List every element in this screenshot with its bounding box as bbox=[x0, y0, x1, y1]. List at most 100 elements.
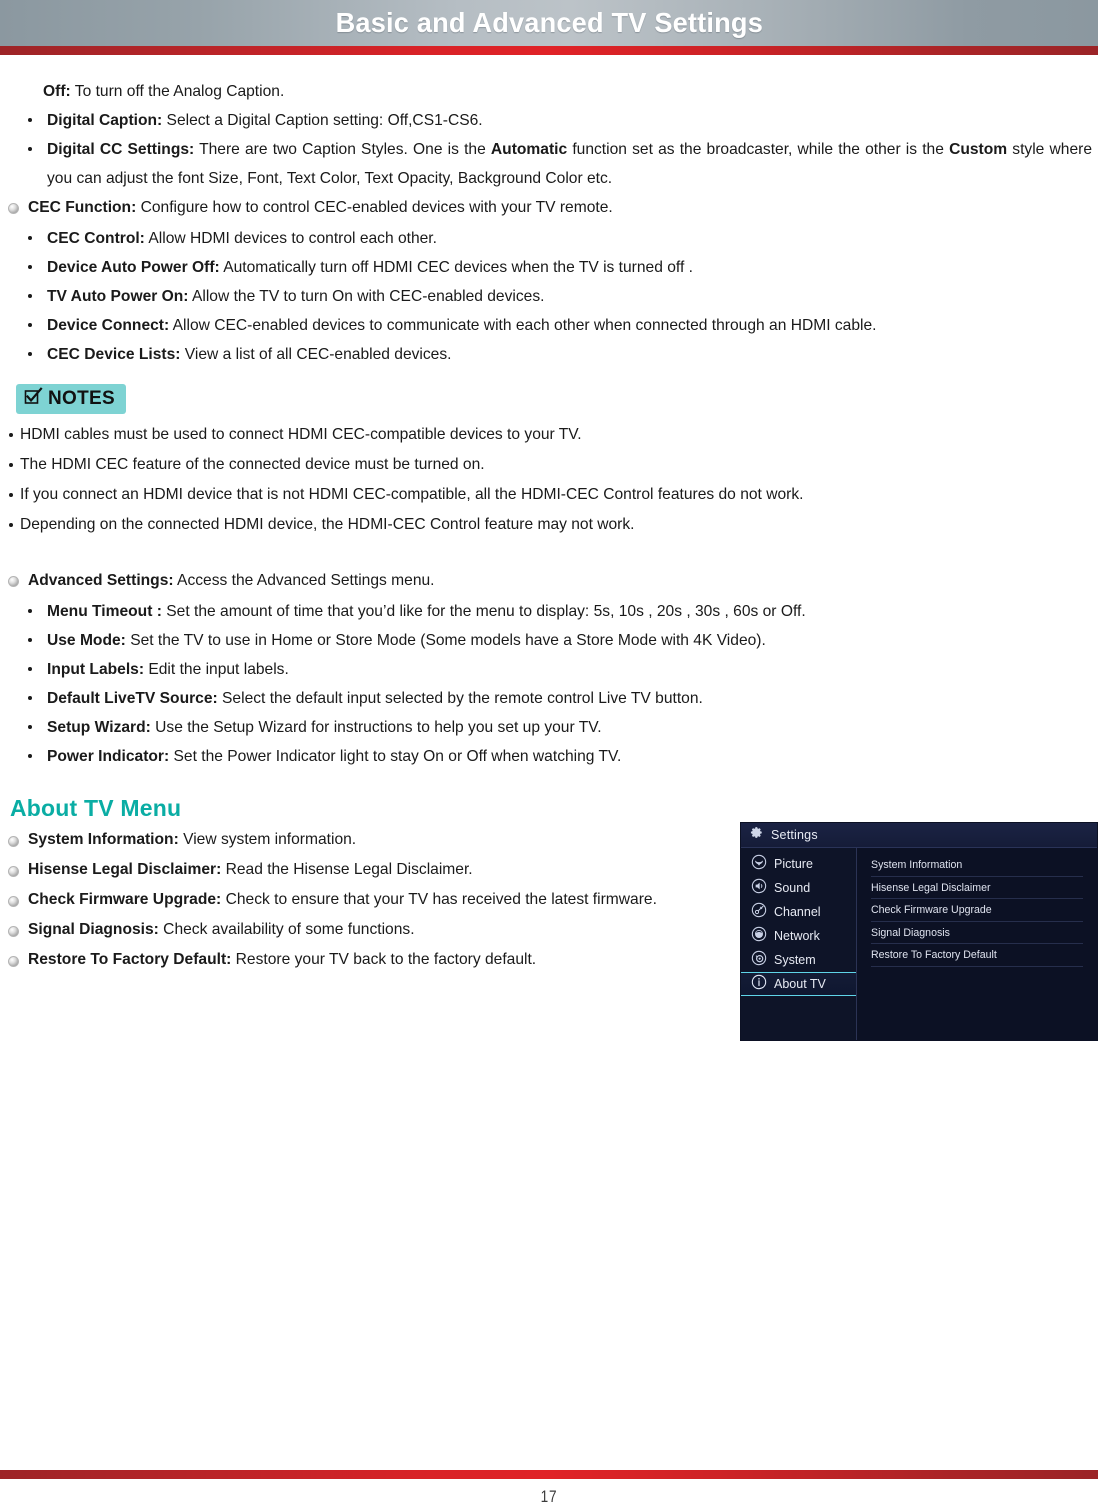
gear-icon bbox=[749, 825, 764, 845]
hisense-legal-disclaimer-label: Hisense Legal Disclaimer: bbox=[28, 861, 222, 878]
about-tv-menu-heading: About TV Menu bbox=[10, 795, 182, 821]
cec-device-lists-label: CEC Device Lists: bbox=[47, 346, 181, 363]
list-item-check-firmware-upgrade: Check Firmware Upgrade: Check to ensure … bbox=[6, 886, 726, 914]
menu-timeout-label: Menu Timeout : bbox=[47, 603, 162, 620]
signal-diagnosis-text: Check availability of some functions. bbox=[158, 921, 415, 938]
note-line: The HDMI CEC feature of the connected de… bbox=[6, 450, 1092, 480]
list-item-digital-cc-settings: Digital CC Settings: There are two Capti… bbox=[6, 135, 1092, 193]
network-icon bbox=[751, 926, 767, 947]
document-page: Basic and Advanced TV Settings Off: To t… bbox=[0, 0, 1098, 1507]
device-auto-power-off-label: Device Auto Power Off: bbox=[47, 259, 220, 276]
sidebar-item-label: Sound bbox=[774, 881, 811, 895]
list-item-system-information: System Information: View system informat… bbox=[6, 826, 726, 854]
picture-icon bbox=[751, 854, 767, 875]
cec-control-text: Allow HDMI devices to control each other… bbox=[144, 230, 437, 247]
bullet-dot-icon bbox=[28, 667, 32, 671]
cec-device-lists-text: View a list of all CEC-enabled devices. bbox=[180, 346, 452, 363]
sidebar-item-network[interactable]: Network bbox=[741, 924, 856, 948]
sidebar-item-sound[interactable]: Sound bbox=[741, 876, 856, 900]
advanced-settings-label: Advanced Settings: bbox=[28, 572, 174, 589]
sidebar-item-label: Channel bbox=[774, 905, 821, 919]
list-item-signal-diagnosis: Signal Diagnosis: Check availability of … bbox=[6, 916, 726, 944]
tv-settings-menu-screenshot: Settings Picture Sound Channel Network S… bbox=[740, 822, 1098, 1041]
header-red-rule bbox=[0, 46, 1098, 55]
bullet-dot-icon bbox=[28, 294, 32, 298]
osd-row-system-information[interactable]: System Information bbox=[871, 854, 1083, 877]
notes-badge: NOTES bbox=[16, 384, 126, 414]
osd-row-check-firmware-upgrade[interactable]: Check Firmware Upgrade bbox=[871, 899, 1083, 922]
bullet-dot-icon bbox=[28, 265, 32, 269]
list-item-device-auto-power-off: Device Auto Power Off: Automatically tur… bbox=[6, 253, 1092, 282]
list-item-tv-auto-power-on: TV Auto Power On: Allow the TV to turn O… bbox=[6, 282, 1092, 311]
bullet-dot-icon bbox=[28, 118, 32, 122]
caption-off-line: Off: To turn off the Analog Caption. bbox=[6, 77, 1092, 106]
list-item-setup-wizard: Setup Wizard: Use the Setup Wizard for i… bbox=[6, 713, 1092, 742]
bullet-dot-icon bbox=[9, 463, 13, 467]
tv-auto-power-on-text: Allow the TV to turn On with CEC-enabled… bbox=[188, 288, 545, 305]
list-item-input-labels: Input Labels: Edit the input labels. bbox=[6, 655, 1092, 684]
bullet-dot-icon bbox=[28, 352, 32, 356]
osd-row-restore-to-factory-default[interactable]: Restore To Factory Default bbox=[871, 944, 1083, 967]
caption-off-text: To turn off the Analog Caption. bbox=[70, 83, 285, 100]
bullet-sphere-icon bbox=[8, 956, 19, 967]
osd-body: Picture Sound Channel Network System Abo… bbox=[741, 848, 1097, 1040]
list-item-default-livetv-source: Default LiveTV Source: Select the defaul… bbox=[6, 684, 1092, 713]
footer-red-rule bbox=[0, 1470, 1098, 1479]
input-labels-text: Edit the input labels. bbox=[144, 661, 289, 678]
system-information-label: System Information: bbox=[28, 831, 179, 848]
digital-cc-text-2: function set as the broadcaster, while t… bbox=[567, 141, 950, 158]
bullet-dot-icon bbox=[9, 433, 13, 437]
sidebar-item-about-tv[interactable]: About TV bbox=[741, 972, 856, 996]
device-auto-power-off-text: Automatically turn off HDMI CEC devices … bbox=[219, 259, 693, 276]
use-mode-label: Use Mode: bbox=[47, 632, 126, 649]
default-livetv-source-label: Default LiveTV Source: bbox=[47, 690, 218, 707]
list-item-power-indicator: Power Indicator: Set the Power Indicator… bbox=[6, 742, 1092, 771]
bullet-dot-icon bbox=[28, 754, 32, 758]
page-footer: 17 bbox=[0, 1470, 1098, 1507]
bullet-dot-icon bbox=[28, 147, 32, 151]
bullet-sphere-icon bbox=[8, 926, 19, 937]
device-connect-label: Device Connect: bbox=[47, 317, 170, 334]
note-line: If you connect an HDMI device that is no… bbox=[6, 480, 1092, 510]
hisense-legal-disclaimer-text: Read the Hisense Legal Disclaimer. bbox=[221, 861, 473, 878]
page-title: Basic and Advanced TV Settings bbox=[335, 7, 763, 38]
digital-cc-bold-custom: Custom bbox=[949, 141, 1008, 158]
list-item-restore-to-factory-default: Restore To Factory Default: Restore your… bbox=[6, 946, 726, 974]
list-item-cec-control: CEC Control: Allow HDMI devices to contr… bbox=[6, 224, 1092, 253]
list-item-cec-function: CEC Function: Configure how to control C… bbox=[6, 193, 1092, 222]
page-number: 17 bbox=[540, 1487, 558, 1506]
signal-diagnosis-label: Signal Diagnosis: bbox=[28, 921, 159, 938]
info-icon bbox=[751, 974, 767, 995]
cec-function-text: Configure how to control CEC-enabled dev… bbox=[136, 199, 613, 216]
bullet-dot-icon bbox=[28, 638, 32, 642]
bullet-dot-icon bbox=[28, 696, 32, 700]
osd-sidebar: Picture Sound Channel Network System Abo… bbox=[741, 848, 857, 1040]
osd-row-hisense-legal-disclaimer[interactable]: Hisense Legal Disclaimer bbox=[871, 877, 1083, 899]
bullet-dot-icon bbox=[28, 323, 32, 327]
sidebar-item-system[interactable]: System bbox=[741, 948, 856, 972]
notes-label: NOTES bbox=[48, 387, 115, 409]
power-indicator-text: Set the Power Indicator light to stay On… bbox=[169, 748, 622, 765]
sidebar-item-label: About TV bbox=[774, 977, 826, 991]
sidebar-item-picture[interactable]: Picture bbox=[741, 852, 856, 876]
check-firmware-upgrade-label: Check Firmware Upgrade: bbox=[28, 891, 222, 908]
advanced-settings-text: Access the Advanced Settings menu. bbox=[173, 572, 435, 589]
sidebar-item-label: Picture bbox=[774, 857, 813, 871]
digital-cc-text-1: There are two Caption Styles. One is the bbox=[194, 141, 491, 158]
osd-main-panel: System Information Hisense Legal Disclai… bbox=[857, 848, 1097, 1040]
antenna-icon bbox=[751, 902, 767, 923]
restore-factory-default-label: Restore To Factory Default: bbox=[28, 951, 232, 968]
speaker-icon bbox=[751, 878, 767, 899]
sidebar-item-channel[interactable]: Channel bbox=[741, 900, 856, 924]
device-connect-text: Allow CEC-enabled devices to communicate… bbox=[169, 317, 877, 334]
note-line: Depending on the connected HDMI device, … bbox=[6, 510, 1092, 540]
osd-row-signal-diagnosis[interactable]: Signal Diagnosis bbox=[871, 922, 1083, 944]
note-line: HDMI cables must be used to connect HDMI… bbox=[6, 420, 1092, 450]
osd-header: Settings bbox=[741, 823, 1097, 848]
bullet-dot-icon bbox=[9, 493, 13, 497]
list-item-menu-timeout: Menu Timeout : Set the amount of time th… bbox=[6, 597, 1092, 626]
digital-cc-bold-automatic: Automatic bbox=[490, 141, 568, 158]
bullet-sphere-icon bbox=[8, 866, 19, 877]
note-text: Depending on the connected HDMI device, … bbox=[20, 516, 635, 533]
